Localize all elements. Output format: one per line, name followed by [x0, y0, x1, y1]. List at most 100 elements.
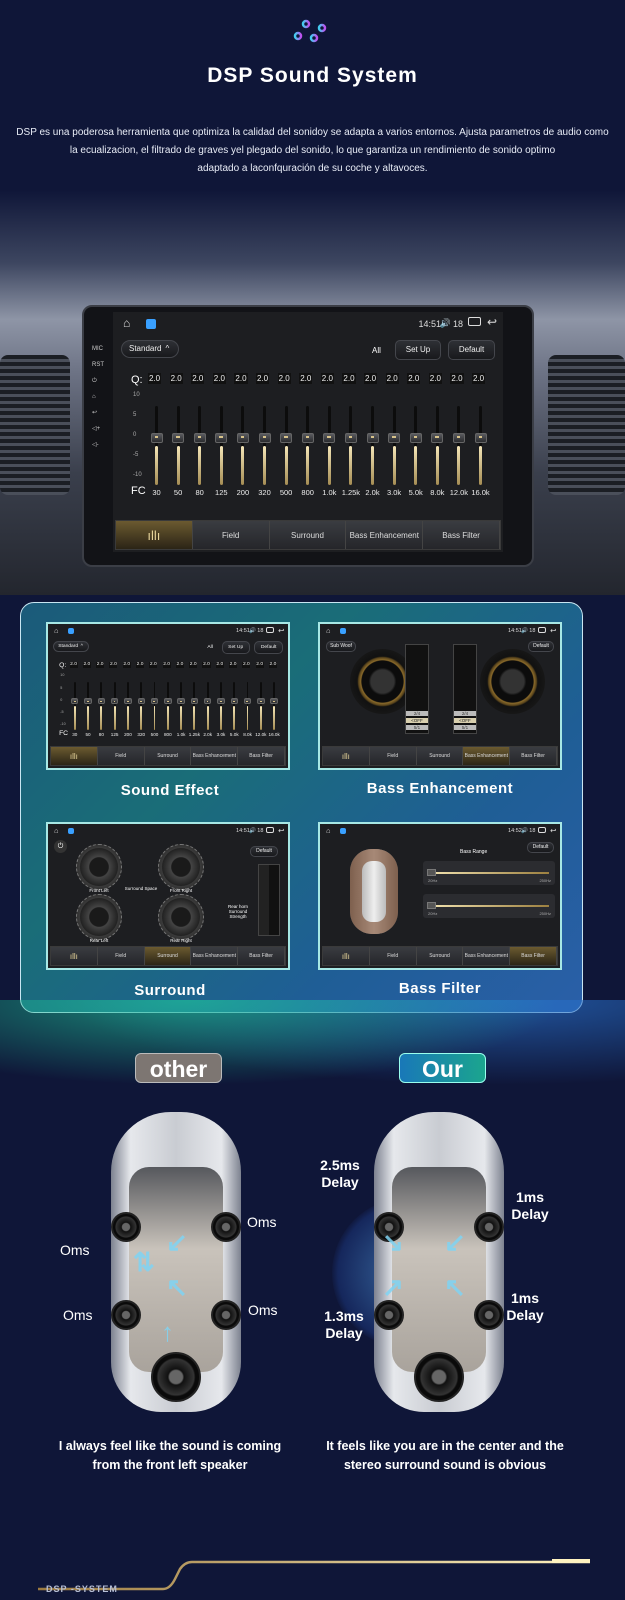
eq-slider-knob[interactable]	[388, 432, 401, 443]
eq-slider-knob[interactable]	[301, 432, 314, 443]
tab-bass-filter[interactable]: Bass Filter	[423, 521, 500, 549]
tab-bass-filter[interactable]: Bass Filter	[510, 747, 557, 765]
eq-slider-knob[interactable]	[84, 698, 92, 705]
q-value[interactable]: 2.0	[385, 373, 399, 384]
setup-button[interactable]: Set Up	[221, 641, 250, 654]
eq-slider-knob[interactable]	[177, 698, 185, 705]
strength-slider[interactable]	[258, 864, 280, 936]
q-value[interactable]: 2.0	[169, 373, 183, 384]
app-icon[interactable]	[340, 628, 347, 635]
tab-surround[interactable]: Surround	[144, 747, 192, 765]
tab-surround[interactable]: Surround	[144, 947, 192, 965]
all-label[interactable]: All	[207, 645, 212, 650]
eq-slider-knob[interactable]	[366, 432, 379, 443]
tab-eq[interactable]: ıllı	[323, 947, 370, 965]
default-button[interactable]: Default	[527, 842, 554, 853]
bass-range-slider[interactable]: 20Hz 250Hz	[423, 894, 555, 918]
q-value[interactable]: 2.0	[229, 661, 238, 668]
eq-slider-knob[interactable]	[204, 698, 212, 705]
switch-option[interactable]: 2/4	[454, 711, 476, 716]
q-value[interactable]: 2.0	[255, 661, 264, 668]
switch-option[interactable]: 5/1	[406, 725, 428, 730]
eq-slider-knob[interactable]	[323, 432, 336, 443]
recent-apps-icon[interactable]	[266, 827, 275, 833]
tab-field[interactable]: Field	[369, 747, 417, 765]
switch-option[interactable]: 5/1	[454, 725, 476, 730]
range-knob[interactable]	[427, 902, 436, 909]
app-icon[interactable]	[68, 828, 75, 835]
tab-field[interactable]: Field	[192, 521, 270, 549]
back-icon[interactable]: ↩	[92, 405, 104, 421]
preset-dropdown[interactable]: Standard ^	[121, 340, 179, 358]
q-value[interactable]: 2.0	[268, 661, 277, 668]
setup-button[interactable]: Set Up	[395, 340, 441, 360]
q-value[interactable]: 2.0	[162, 661, 171, 668]
q-value[interactable]: 2.0	[428, 373, 442, 384]
tab-bass-filter[interactable]: Bass Filter	[238, 947, 285, 965]
q-value[interactable]: 2.0	[299, 373, 313, 384]
q-value[interactable]: 2.0	[122, 661, 131, 668]
home-icon[interactable]: ⌂	[92, 389, 104, 405]
q-value[interactable]: 2.0	[96, 661, 105, 668]
switch-option[interactable]: <OFF	[406, 718, 428, 723]
q-value[interactable]: 2.0	[69, 661, 78, 668]
home-icon[interactable]: ⌂	[54, 826, 58, 835]
bass-range-slider[interactable]: 20Hz 250Hz	[423, 861, 555, 885]
app-icon[interactable]	[340, 828, 347, 835]
subwoof-button[interactable]: Sub Woof	[326, 641, 356, 652]
switch-option[interactable]: <OFF	[454, 718, 476, 723]
tab-field[interactable]: Field	[97, 747, 145, 765]
eq-slider-knob[interactable]	[164, 698, 172, 705]
eq-slider-knob[interactable]	[190, 698, 199, 705]
home-icon[interactable]: ⌂	[326, 626, 330, 635]
eq-slider-knob[interactable]	[137, 698, 145, 705]
app-icon[interactable]	[68, 628, 75, 635]
q-value[interactable]: 2.0	[189, 661, 198, 668]
eq-slider-knob[interactable]	[243, 698, 252, 705]
q-value[interactable]: 2.0	[148, 373, 162, 384]
default-button[interactable]: Default	[528, 641, 554, 652]
eq-slider-knob[interactable]	[236, 432, 249, 443]
app-icon[interactable]	[146, 319, 156, 329]
switch-option[interactable]: 2/4	[406, 711, 428, 716]
q-value[interactable]: 2.0	[149, 661, 158, 668]
power-icon[interactable]: ⏻	[92, 373, 104, 389]
q-value[interactable]: 2.0	[256, 373, 270, 384]
tab-field[interactable]: Field	[97, 947, 145, 965]
q-value[interactable]: 2.0	[109, 661, 118, 668]
eq-slider-knob[interactable]	[452, 432, 465, 443]
tab-eq[interactable]: ıllı	[116, 521, 193, 549]
tab-bass-enhancement[interactable]: Bass Enhancement	[463, 747, 511, 765]
back-icon[interactable]: ↩	[278, 626, 284, 635]
q-value[interactable]: 2.0	[242, 661, 251, 668]
tab-eq[interactable]: ıllı	[51, 947, 98, 965]
tab-bass-enhancement[interactable]: Bass Enhancement	[346, 521, 424, 549]
tab-bass-enhancement[interactable]: Bass Enhancement	[463, 947, 511, 965]
eq-slider-knob[interactable]	[344, 432, 357, 443]
q-value[interactable]: 2.0	[175, 661, 184, 668]
eq-slider-knob[interactable]	[230, 698, 238, 705]
q-value[interactable]: 2.0	[342, 373, 356, 384]
tab-surround[interactable]: Surround	[416, 747, 464, 765]
q-value[interactable]: 2.0	[191, 373, 205, 384]
surround-dial[interactable]	[76, 844, 122, 890]
home-icon[interactable]: ⌂	[123, 316, 130, 330]
surround-dial[interactable]	[158, 844, 204, 890]
eq-slider-knob[interactable]	[217, 698, 225, 705]
eq-slider-knob[interactable]	[97, 698, 106, 705]
eq-slider-knob[interactable]	[270, 698, 278, 705]
q-value[interactable]: 2.0	[407, 373, 421, 384]
tab-bass-enhancement[interactable]: Bass Enhancement	[191, 747, 239, 765]
q-value[interactable]: 2.0	[234, 373, 248, 384]
tab-surround[interactable]: Surround	[269, 521, 347, 549]
eq-slider-knob[interactable]	[124, 698, 132, 705]
q-value[interactable]: 2.0	[136, 661, 145, 668]
q-value[interactable]: 2.0	[450, 373, 464, 384]
default-button[interactable]: Default	[254, 641, 284, 654]
back-icon[interactable]: ↩	[278, 826, 284, 835]
eq-slider-knob[interactable]	[172, 432, 185, 443]
q-value[interactable]: 2.0	[82, 661, 91, 668]
home-icon[interactable]: ⌂	[54, 626, 58, 635]
q-value[interactable]: 2.0	[472, 373, 486, 384]
default-button[interactable]: Default	[250, 846, 278, 857]
